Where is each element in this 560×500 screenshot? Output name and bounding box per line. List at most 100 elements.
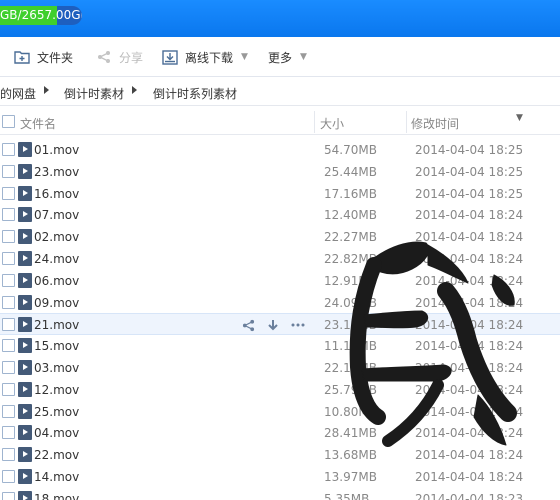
column-divider[interactable] xyxy=(406,111,407,133)
file-row[interactable]: 02.mov 22.27MB 2014-04-04 18:24 xyxy=(0,226,560,248)
row-checkbox[interactable] xyxy=(2,339,15,353)
file-name[interactable]: 25.mov xyxy=(34,405,79,419)
file-row[interactable]: 09.mov 24.09MB 2014-04-04 18:24 xyxy=(0,292,560,314)
file-size: 11.13MB xyxy=(324,339,377,354)
column-divider[interactable] xyxy=(314,111,315,133)
breadcrumb-item-current[interactable]: 倒计时系列素材 xyxy=(153,85,237,102)
file-row[interactable]: 03.mov 22.10MB 2014-04-04 18:24 xyxy=(0,357,560,379)
file-size: 13.97MB xyxy=(324,470,377,484)
file-name[interactable]: 21.mov xyxy=(34,318,79,332)
download-icon[interactable] xyxy=(265,317,281,333)
file-size: 54.70MB xyxy=(324,143,377,157)
file-name[interactable]: 09.mov xyxy=(34,296,79,310)
row-checkbox[interactable] xyxy=(2,186,15,200)
file-row[interactable]: 06.mov 12.91MB 2014-04-04 18:24 xyxy=(0,270,560,292)
file-name[interactable]: 07.mov xyxy=(34,208,79,222)
file-row[interactable]: 21.mov 23.10MB 2014-04-04 18:24 xyxy=(0,313,560,336)
file-name[interactable]: 04.mov xyxy=(34,426,79,440)
chevron-down-icon: ▼ xyxy=(241,52,248,62)
file-size: 17.16MB xyxy=(324,186,377,201)
row-checkbox[interactable] xyxy=(2,143,15,156)
breadcrumb-item-folder[interactable]: 倒计时素材 xyxy=(64,85,124,102)
row-checkbox[interactable] xyxy=(2,164,15,178)
video-file-icon xyxy=(18,338,32,354)
share-icon xyxy=(96,49,112,65)
video-file-icon xyxy=(18,207,32,223)
more-options-icon[interactable] xyxy=(290,317,306,333)
file-name[interactable]: 16.mov xyxy=(34,187,79,201)
video-file-icon xyxy=(18,163,32,179)
file-name[interactable]: 03.mov xyxy=(34,361,79,375)
file-size: 22.10MB xyxy=(324,361,377,375)
file-row[interactable]: 18.mov 5.35MB 2014-04-04 18:23 xyxy=(0,488,560,500)
more-label: 更多 xyxy=(268,50,293,65)
row-checkbox[interactable] xyxy=(2,382,15,396)
file-name[interactable]: 06.mov xyxy=(34,274,79,288)
file-name[interactable]: 01.mov xyxy=(34,143,79,157)
row-checkbox[interactable] xyxy=(2,404,15,418)
row-checkbox[interactable] xyxy=(2,318,15,332)
file-modified: 2014-04-04 18:24 xyxy=(415,361,524,375)
breadcrumb-item-root[interactable]: 的网盘 xyxy=(0,85,36,102)
new-folder-button[interactable]: 文件夹 xyxy=(14,37,73,77)
offline-download-label: 离线下载 xyxy=(185,50,234,65)
column-header-modified[interactable]: 修改时间 xyxy=(411,115,459,132)
row-checkbox[interactable] xyxy=(2,448,15,462)
file-modified: 2014-04-04 18:24 xyxy=(415,404,524,419)
file-modified: 2014-04-04 18:24 xyxy=(415,339,524,354)
download-tray-icon xyxy=(162,49,178,65)
file-size: 22.27MB xyxy=(324,230,377,245)
row-checkbox[interactable] xyxy=(2,208,15,222)
file-row[interactable]: 01.mov 54.70MB 2014-04-04 18:25 xyxy=(0,139,560,161)
row-checkbox[interactable] xyxy=(2,252,15,265)
row-checkbox[interactable] xyxy=(2,273,15,287)
file-name[interactable]: 15.mov xyxy=(34,339,79,353)
file-row[interactable]: 14.mov 13.97MB 2014-04-04 18:24 xyxy=(0,466,560,488)
file-size: 5.35MB xyxy=(324,491,370,500)
file-row[interactable]: 22.mov 13.68MB 2014-04-04 18:24 xyxy=(0,444,560,466)
row-checkbox[interactable] xyxy=(2,295,15,309)
file-size: 25.79MB xyxy=(324,382,377,397)
select-all-checkbox[interactable] xyxy=(2,115,15,128)
storage-quota-bar[interactable]: GB/2657.00GB xyxy=(0,6,82,25)
file-row[interactable]: 24.mov 22.82MB 2014-04-04 18:24 xyxy=(0,248,560,270)
file-name[interactable]: 22.mov xyxy=(34,448,79,462)
new-folder-label: 文件夹 xyxy=(37,50,74,65)
file-row[interactable]: 15.mov 11.13MB 2014-04-04 18:24 xyxy=(0,335,560,357)
row-checkbox[interactable] xyxy=(2,361,15,374)
share-label: 分享 xyxy=(119,50,144,65)
file-modified: 2014-04-04 18:24 xyxy=(415,448,524,463)
column-header-name[interactable]: 文件名 xyxy=(20,115,56,132)
share-icon[interactable] xyxy=(240,317,256,333)
toolbar: 文件夹 分享 离线下载 ▼ 更多 ▼ xyxy=(0,37,560,77)
file-name[interactable]: 02.mov xyxy=(34,230,79,244)
file-size: 25.44MB xyxy=(324,164,377,179)
file-name[interactable]: 12.mov xyxy=(34,383,79,397)
row-checkbox[interactable] xyxy=(2,470,15,483)
file-name[interactable]: 23.mov xyxy=(34,165,79,179)
file-row[interactable]: 23.mov 25.44MB 2014-04-04 18:25 xyxy=(0,161,560,183)
row-checkbox[interactable] xyxy=(2,230,15,244)
file-modified: 2014-04-04 18:24 xyxy=(415,470,524,484)
file-name[interactable]: 14.mov xyxy=(34,470,79,484)
file-name[interactable]: 24.mov xyxy=(34,252,79,266)
offline-download-button[interactable]: 离线下载 ▼ xyxy=(162,37,248,77)
file-size: 12.91MB xyxy=(324,273,377,288)
file-row[interactable]: 25.mov 10.80MB 2014-04-04 18:24 xyxy=(0,401,560,423)
share-button[interactable]: 分享 xyxy=(96,37,143,77)
file-row[interactable]: 16.mov 17.16MB 2014-04-04 18:25 xyxy=(0,183,560,205)
file-row[interactable]: 07.mov 12.40MB 2014-04-04 18:24 xyxy=(0,204,560,226)
column-header-size[interactable]: 大小 xyxy=(320,115,344,132)
row-checkbox[interactable] xyxy=(2,491,15,500)
file-row[interactable]: 12.mov 25.79MB 2014-04-04 18:24 xyxy=(0,379,560,401)
more-button[interactable]: 更多 ▼ xyxy=(268,37,307,77)
file-size: 24.09MB xyxy=(324,295,377,310)
file-modified: 2014-04-04 18:24 xyxy=(415,426,524,441)
row-checkbox[interactable] xyxy=(2,426,15,440)
file-row[interactable]: 04.mov 28.41MB 2014-04-04 18:24 xyxy=(0,422,560,444)
video-file-icon xyxy=(18,447,32,463)
file-name[interactable]: 18.mov xyxy=(34,492,79,500)
top-bar: GB/2657.00GB xyxy=(0,0,560,37)
video-file-icon xyxy=(18,469,32,484)
sort-dropdown-icon[interactable]: ▼ xyxy=(516,113,523,123)
